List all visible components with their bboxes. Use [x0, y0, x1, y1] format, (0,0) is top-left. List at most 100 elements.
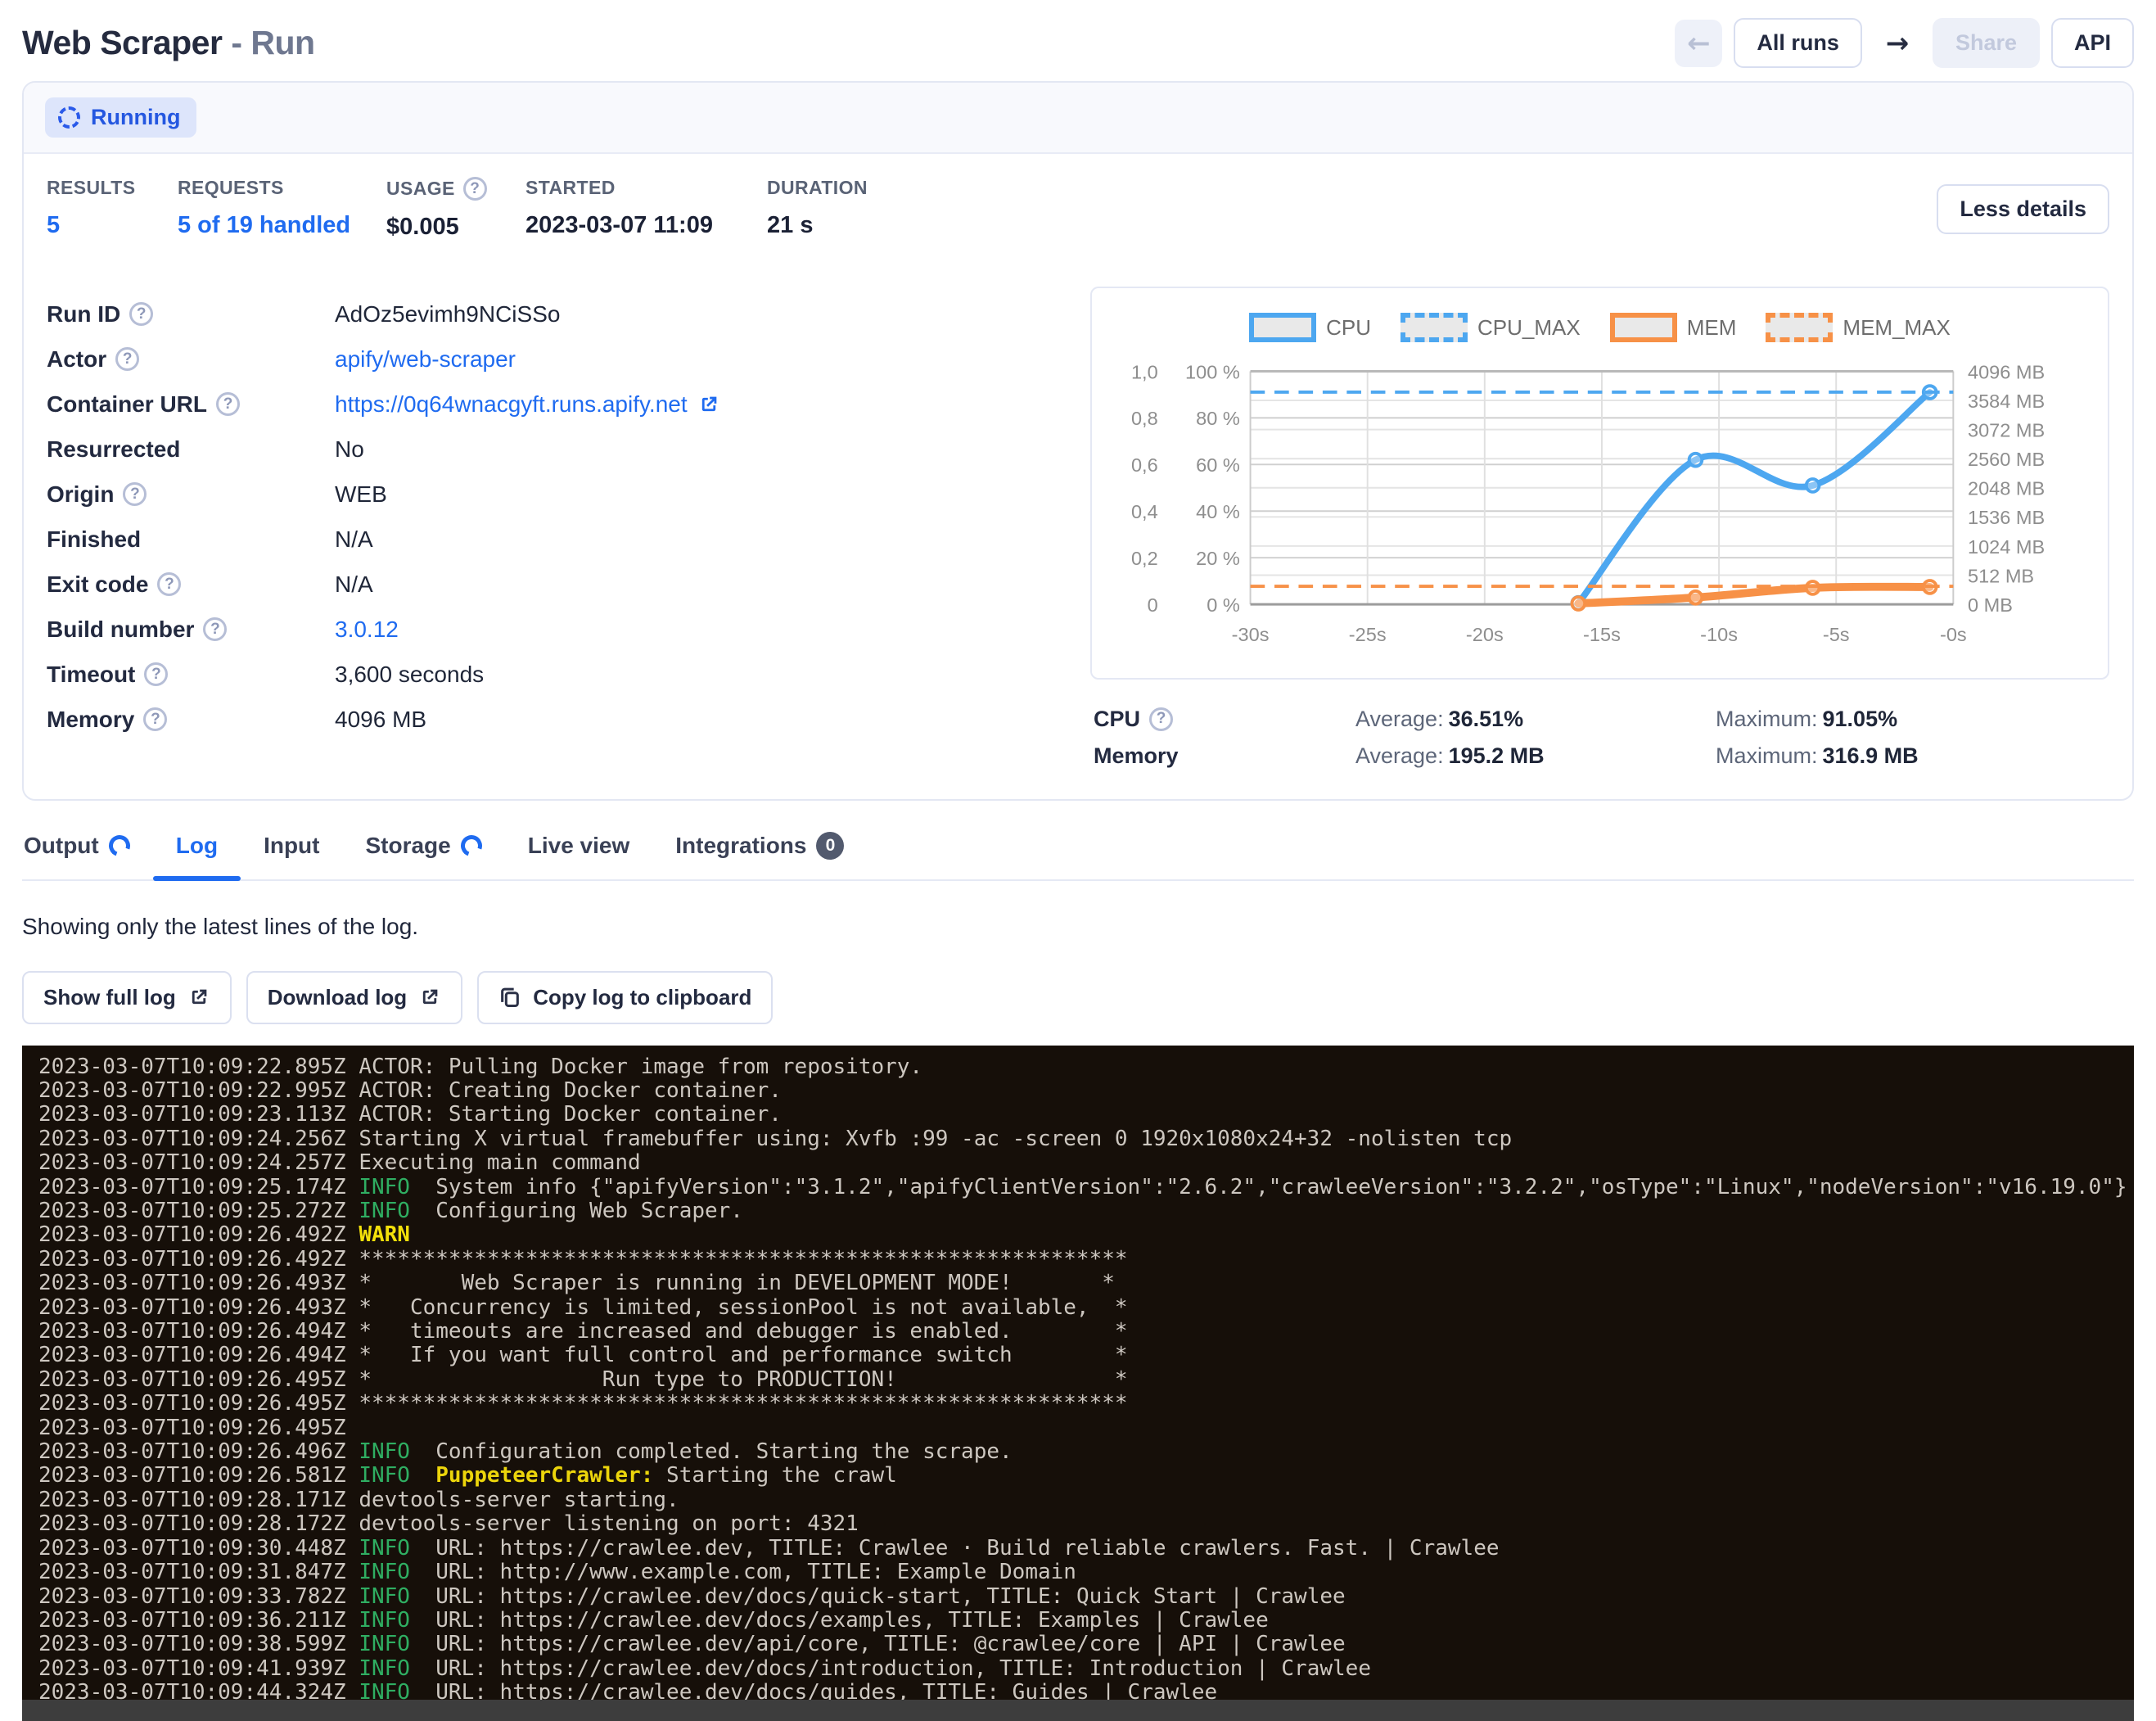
share-button[interactable]: Share: [1933, 18, 2040, 68]
less-details-button[interactable]: Less details: [1937, 184, 2109, 234]
svg-text:-15s: -15s: [1583, 624, 1621, 645]
next-run-button[interactable]: →: [1874, 20, 1921, 67]
log-level: INFO: [346, 1463, 410, 1488]
log-timestamp: 2023-03-07T10:09:26.495Z: [38, 1367, 346, 1392]
log-timestamp: 2023-03-07T10:09:26.581Z: [38, 1463, 346, 1488]
log-lines: 2023-03-07T10:09:22.895Z ACTOR: Pulling …: [38, 1055, 2134, 1705]
log-line: 2023-03-07T10:09:26.494Z * If you want f…: [38, 1344, 2134, 1367]
stat-duration: DURATION 21 s: [767, 177, 931, 239]
svg-text:3072 MB: 3072 MB: [1968, 419, 2045, 440]
detail-label: Exit code: [47, 571, 148, 598]
log-level: INFO: [346, 1560, 410, 1584]
tab-log[interactable]: Log: [153, 827, 241, 879]
help-icon[interactable]: ?: [157, 572, 181, 596]
stat-requests: REQUESTS 5 of 19 handled: [178, 177, 386, 239]
log-text: devtools-server starting.: [346, 1488, 679, 1512]
usage-summary: CPU? Average:36.51% Maximum:91.05% Memor…: [1090, 701, 2109, 775]
svg-text:-25s: -25s: [1349, 624, 1387, 645]
topbar: Web Scraper - Run ← All runs → Share API: [22, 0, 2134, 68]
legend-item[interactable]: CPU: [1249, 313, 1371, 342]
detail-value[interactable]: 3.0.12: [335, 617, 399, 643]
log-line: 2023-03-07T10:09:26.493Z * Web Scraper i…: [38, 1272, 2134, 1295]
tab-live-view[interactable]: Live view: [505, 827, 653, 879]
legend-swatch: [1610, 313, 1677, 342]
api-button[interactable]: API: [2051, 18, 2134, 68]
help-icon[interactable]: ?: [1149, 707, 1173, 731]
log-timestamp: 2023-03-07T10:09:28.172Z: [38, 1511, 346, 1536]
help-icon[interactable]: ?: [143, 707, 167, 731]
log-line: 2023-03-07T10:09:24.256Z Starting X virt…: [38, 1127, 2134, 1151]
log-text: * timeouts are increased and debugger is…: [346, 1319, 1128, 1344]
log-text: ****************************************…: [346, 1391, 1128, 1416]
memory-maximum-value: 316.9 MB: [1823, 743, 1919, 768]
loading-arc-icon: [105, 831, 133, 860]
log-line: 2023-03-07T10:09:26.494Z * timeouts are …: [38, 1320, 2134, 1344]
tab-integrations[interactable]: Integrations0: [652, 827, 867, 879]
log-terminal[interactable]: 2023-03-07T10:09:22.895Z ACTOR: Pulling …: [22, 1046, 2134, 1721]
help-icon[interactable]: ?: [123, 482, 147, 506]
help-icon[interactable]: ?: [129, 302, 153, 326]
log-line: 2023-03-07T10:09:26.495Z * Run type to P…: [38, 1368, 2134, 1392]
log-line: 2023-03-07T10:09:36.211Z INFO URL: https…: [38, 1609, 2134, 1633]
show-full-log-button[interactable]: Show full log: [22, 971, 232, 1024]
log-line: 2023-03-07T10:09:31.847Z INFO URL: http:…: [38, 1561, 2134, 1584]
log-text: * Web Scraper is running in DEVELOPMENT …: [346, 1271, 1115, 1295]
status-strip: Running: [24, 83, 2132, 154]
tab-bar: Output Log Input Storage Live view Integ…: [22, 827, 2134, 881]
log-text: URL: https://crawlee.dev/api/core, TITLE…: [410, 1632, 1346, 1656]
download-log-button[interactable]: Download log: [246, 971, 462, 1024]
detail-value: N/A: [335, 571, 373, 598]
cpu-summary-row: CPU? Average:36.51% Maximum:91.05%: [1094, 701, 2109, 738]
log-timestamp: 2023-03-07T10:09:26.496Z: [38, 1439, 346, 1464]
legend-item[interactable]: MEM_MAX: [1766, 313, 1950, 342]
svg-text:0,6: 0,6: [1131, 454, 1158, 476]
stat-results-label: RESULTS: [47, 177, 178, 199]
previous-run-button[interactable]: ←: [1675, 20, 1722, 67]
spinner-icon: [58, 106, 80, 129]
log-timestamp: 2023-03-07T10:09:26.492Z: [38, 1247, 346, 1272]
log-line: 2023-03-07T10:09:26.581Z INFO PuppeteerC…: [38, 1464, 2134, 1488]
help-icon[interactable]: ?: [115, 347, 139, 371]
tab-input[interactable]: Input: [241, 827, 342, 879]
all-runs-button[interactable]: All runs: [1734, 18, 1862, 68]
detail-value: No: [335, 436, 364, 463]
svg-text:60 %: 60 %: [1196, 454, 1240, 476]
log-text: ****************************************…: [346, 1247, 1128, 1272]
svg-text:80 %: 80 %: [1196, 408, 1240, 429]
log-timestamp: 2023-03-07T10:09:22.995Z: [38, 1078, 346, 1103]
stat-started: STARTED 2023-03-07 11:09: [525, 177, 767, 239]
help-icon[interactable]: ?: [144, 662, 168, 686]
legend-item[interactable]: MEM: [1610, 313, 1737, 342]
detail-row: Exit code ? N/A: [47, 562, 1058, 607]
tab-storage[interactable]: Storage: [342, 827, 504, 879]
stat-requests-value[interactable]: 5 of 19 handled: [178, 212, 386, 239]
stat-results-value[interactable]: 5: [47, 212, 178, 239]
svg-text:3584 MB: 3584 MB: [1968, 391, 2045, 412]
log-timestamp: 2023-03-07T10:09:26.493Z: [38, 1295, 346, 1320]
log-line: 2023-03-07T10:09:24.257Z Executing main …: [38, 1151, 2134, 1175]
detail-value[interactable]: https://0q64wnacgyft.runs.apify.net: [335, 391, 720, 418]
stat-started-label: STARTED: [525, 177, 767, 199]
legend-item[interactable]: CPU_MAX: [1400, 313, 1581, 342]
log-level: INFO: [346, 1175, 410, 1199]
memory-average-label: Average:: [1355, 743, 1444, 768]
memory-label: Memory: [1094, 743, 1179, 769]
log-text: URL: https://crawlee.dev, TITLE: Crawlee…: [410, 1536, 1500, 1561]
detail-row: Memory ? 4096 MB: [47, 697, 1058, 742]
svg-text:2560 MB: 2560 MB: [1968, 449, 2045, 470]
loading-arc-icon: [457, 831, 485, 860]
log-line: 2023-03-07T10:09:26.493Z * Concurrency i…: [38, 1296, 2134, 1320]
detail-label: Run ID: [47, 301, 120, 327]
help-icon[interactable]: ?: [203, 617, 227, 641]
copy-log-button[interactable]: Copy log to clipboard: [477, 971, 773, 1024]
detail-value[interactable]: apify/web-scraper: [335, 346, 516, 373]
cpu-maximum-label: Maximum:: [1716, 707, 1818, 731]
log-line: 2023-03-07T10:09:30.448Z INFO URL: https…: [38, 1537, 2134, 1561]
help-icon[interactable]: ?: [463, 177, 487, 201]
stat-usage-label: USAGE: [386, 178, 455, 200]
svg-text:4096 MB: 4096 MB: [1968, 361, 2045, 382]
tab-output[interactable]: Output: [22, 827, 153, 879]
help-icon[interactable]: ?: [216, 392, 240, 416]
external-link-icon: [697, 393, 720, 416]
horizontal-scrollbar[interactable]: [22, 1700, 2134, 1721]
